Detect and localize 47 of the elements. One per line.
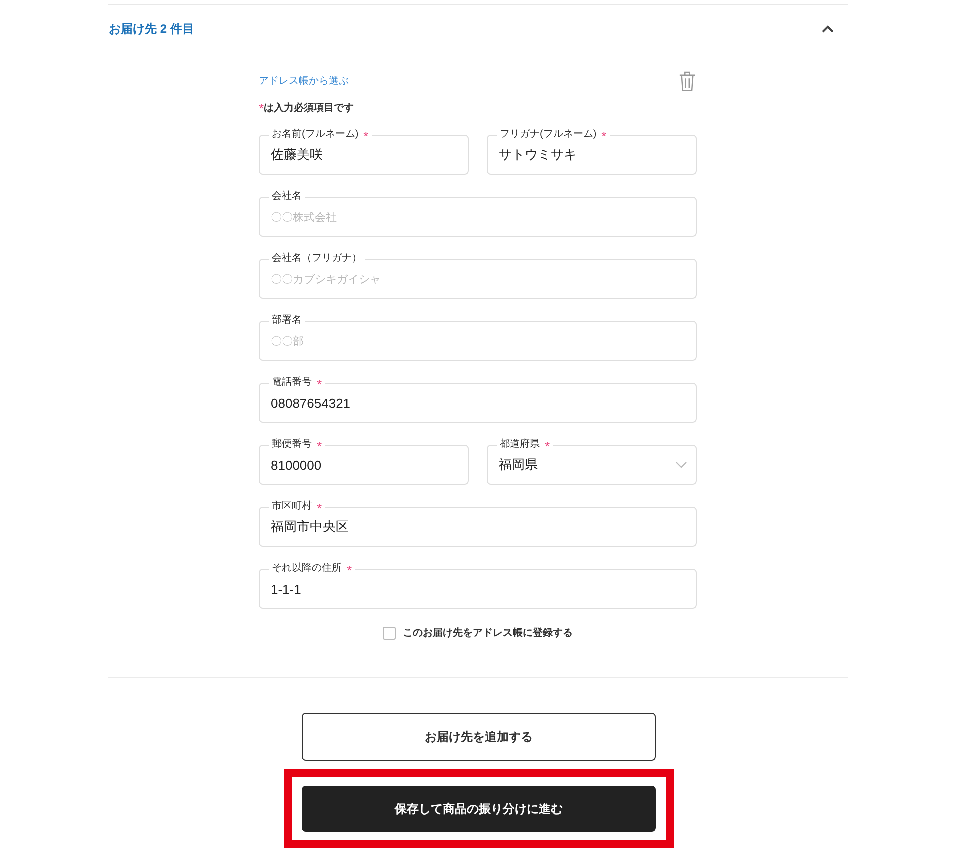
input-field[interactable]: 部署名 〇〇部: [259, 315, 697, 361]
required-asterisk: *: [347, 565, 352, 577]
field-label: 会社名: [272, 191, 302, 203]
input-field[interactable]: それ以降の住所 * 1-1-1: [259, 563, 697, 609]
field-label: お名前(フルネーム): [272, 129, 359, 141]
section-title: お届け先 2 件目: [109, 20, 194, 38]
required-asterisk: *: [602, 131, 607, 143]
required-asterisk: *: [317, 503, 322, 515]
field-label: 電話番号: [272, 377, 312, 389]
field-value: 福岡県: [499, 456, 539, 474]
input-field[interactable]: 市区町村 * 福岡市中央区: [259, 501, 697, 547]
trash-icon[interactable]: [679, 70, 696, 92]
field-label: 郵便番号: [272, 439, 312, 451]
field-label: それ以降の住所: [272, 563, 342, 575]
field-label: 会社名（フリガナ）: [272, 253, 362, 265]
field-value: 08087654321: [271, 396, 352, 410]
dropdown-field[interactable]: 都道府県 * 福岡県: [487, 439, 697, 485]
checkbox-label[interactable]: このお届け先をアドレス帳に登録する: [403, 626, 573, 640]
field-value: 8100000: [271, 458, 323, 472]
checkbox[interactable]: [383, 626, 396, 640]
chevron-down-icon[interactable]: [676, 462, 687, 468]
input-field[interactable]: 電話番号 * 08087654321: [259, 377, 697, 423]
input-field[interactable]: フリガナ(フルネーム) * サトウミサキ: [487, 129, 697, 175]
input-field[interactable]: お名前(フルネーム) * 佐藤美咲: [259, 129, 469, 175]
required-asterisk: *: [317, 379, 322, 391]
chevron-up-icon[interactable]: [822, 25, 834, 33]
field-label: 市区町村: [272, 501, 312, 513]
field-value: 佐藤美咲: [271, 146, 324, 164]
field-label: 部署名: [272, 315, 302, 327]
field-label: フリガナ(フルネーム): [500, 129, 597, 141]
required-asterisk: *: [545, 441, 550, 453]
field-value: 1-1-1: [271, 582, 302, 596]
field-value: サトウミサキ: [499, 146, 578, 164]
field-label: 都道府県: [500, 439, 540, 451]
placeholder-text: 〇〇部: [271, 334, 305, 348]
input-field[interactable]: 郵便番号 * 8100000: [259, 439, 469, 485]
placeholder-text: 〇〇カブシキガイシャ: [271, 272, 382, 286]
field-value: 福岡市中央区: [271, 518, 350, 536]
required-asterisk: *: [364, 131, 369, 143]
add-address-button[interactable]: お届け先を追加する: [302, 713, 656, 761]
save-and-continue-button[interactable]: 保存して商品の振り分けに進む: [302, 786, 656, 832]
placeholder-text: 〇〇株式会社: [271, 210, 338, 224]
address-book-link[interactable]: アドレス帳から選ぶ: [259, 74, 349, 88]
input-field[interactable]: 会社名 〇〇株式会社: [259, 191, 697, 237]
required-note: *は入力必須項目です: [259, 101, 356, 113]
required-asterisk: *: [317, 441, 322, 453]
input-field[interactable]: 会社名（フリガナ） 〇〇カブシキガイシャ: [259, 253, 697, 299]
